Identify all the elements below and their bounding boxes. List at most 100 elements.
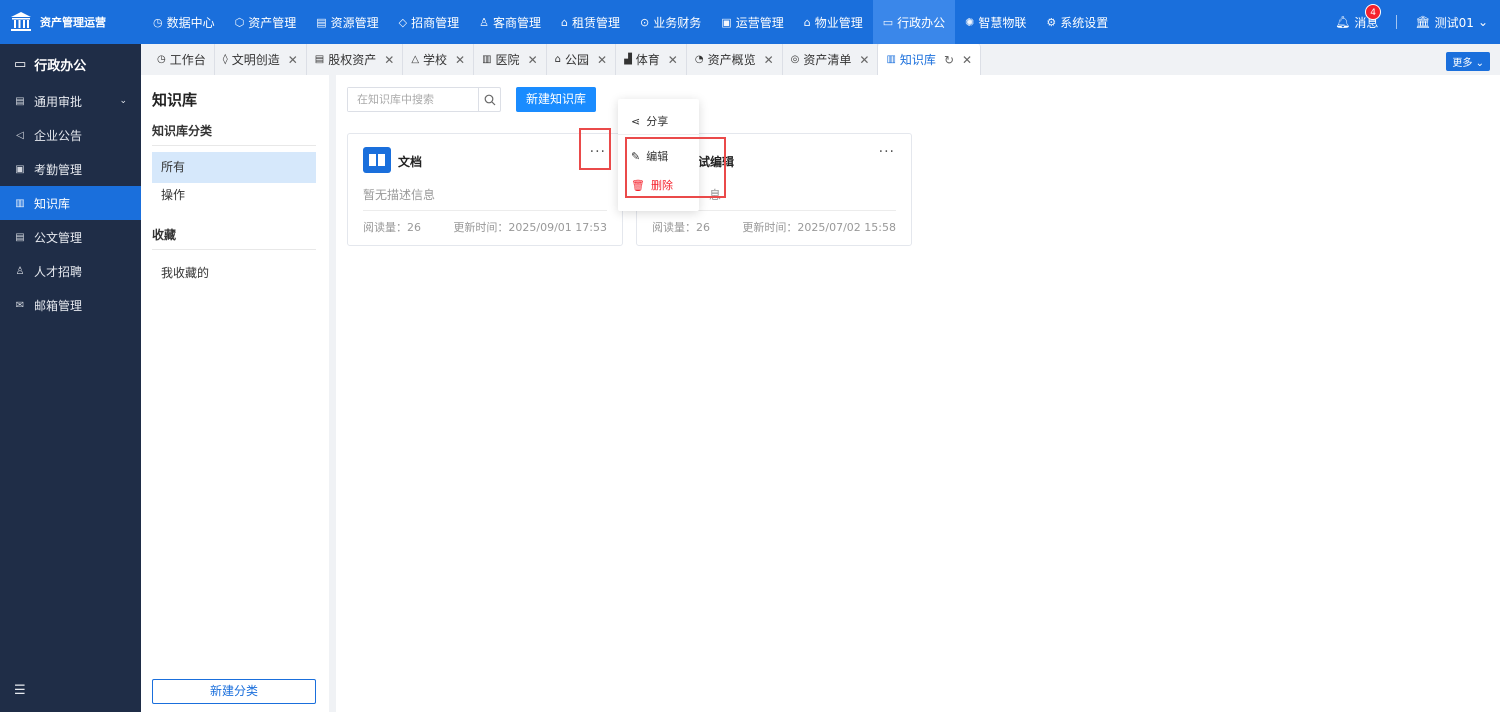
topnav-item-0[interactable]: ◷ 数据中心 xyxy=(143,0,225,44)
topnav-label: 资源管理 xyxy=(330,15,379,30)
chevron-down-icon: ⌄ xyxy=(1475,58,1484,69)
mail-icon: ✉ xyxy=(15,299,25,311)
topnav-item-11[interactable]: ⚙ 系统设置 xyxy=(1036,0,1118,44)
new-category-button[interactable]: 新建分类 xyxy=(152,679,316,704)
chevron-down-icon: ⌄ xyxy=(119,96,127,106)
school-icon: △ xyxy=(411,54,420,65)
gear-icon: ⚙ xyxy=(1046,15,1057,29)
list-icon: ◎ xyxy=(790,54,800,65)
tab-label: 股权资产 xyxy=(328,53,377,67)
topnav-item-4[interactable]: ♙ 客商管理 xyxy=(469,0,551,44)
close-icon[interactable]: ✕ xyxy=(455,53,465,67)
tab-7[interactable]: ◔ 资产概览 ✕ xyxy=(687,44,783,75)
sidebar-item-4[interactable]: ▤ 公文管理 xyxy=(0,220,141,254)
tab-label: 资产清单 xyxy=(803,53,852,67)
book-icon xyxy=(363,147,391,173)
share-label: 分享 xyxy=(646,115,669,128)
sidebar-item-label: 公文管理 xyxy=(34,230,83,245)
category-all[interactable]: 所有 xyxy=(152,152,316,183)
document-icon: ▤ xyxy=(15,95,25,107)
topnav-item-2[interactable]: ▤ 资源管理 xyxy=(306,0,388,44)
book-icon: ▥ xyxy=(15,197,25,209)
divider xyxy=(363,210,607,211)
close-icon[interactable]: ✕ xyxy=(764,53,774,67)
more-tabs-button[interactable]: 更多 ⌄ xyxy=(1446,52,1490,71)
search-button[interactable] xyxy=(478,88,500,111)
sidebar-item-6[interactable]: ✉ 邮箱管理 xyxy=(0,288,141,322)
topnav-item-1[interactable]: ⬡ 资产管理 xyxy=(225,0,307,44)
topnav-label: 业务财务 xyxy=(653,15,702,30)
messages-button[interactable]: 🔔︎ 消息 4 xyxy=(1335,3,1382,31)
topnav-item-8[interactable]: ⌂ 物业管理 xyxy=(794,0,873,44)
close-icon[interactable]: ✕ xyxy=(597,53,607,67)
close-icon[interactable]: ✕ xyxy=(859,53,869,67)
panel-title: 知识库 xyxy=(152,91,198,109)
card-read-count: 阅读量：26 xyxy=(652,221,710,234)
sidebar-item-5[interactable]: ♙ 人才招聘 xyxy=(0,254,141,288)
tab-8[interactable]: ◎ 资产清单 ✕ xyxy=(783,44,879,75)
new-knowledge-base-button[interactable]: 新建知识库 xyxy=(516,87,596,112)
close-icon[interactable]: ✕ xyxy=(288,53,298,67)
topnav-item-3[interactable]: ◇ 招商管理 xyxy=(389,0,469,44)
tab-label: 医院 xyxy=(495,53,520,67)
chevron-down-icon: ⌄ xyxy=(1477,15,1488,29)
sidebar-item-1[interactable]: ◁ 企业公告 xyxy=(0,118,141,152)
tab-label: 公园 xyxy=(564,53,589,67)
highlight-edit-delete xyxy=(625,137,726,198)
tab-9[interactable]: ▥ 知识库 ↻ ✕ xyxy=(878,44,982,75)
sidebar-item-label: 人才招聘 xyxy=(34,264,83,279)
topnav-item-5[interactable]: ⌂ 租赁管理 xyxy=(551,0,630,44)
close-icon[interactable]: ✕ xyxy=(384,53,394,67)
brand[interactable]: 资产管理运营 xyxy=(0,0,141,44)
topnav-item-10[interactable]: ✺ 智慧物联 xyxy=(955,0,1036,44)
topnav-label: 租赁管理 xyxy=(572,15,621,30)
tab-4[interactable]: ▥ 医院 ✕ xyxy=(474,44,547,75)
topnav-label: 客商管理 xyxy=(493,15,542,30)
sidebar-item-label: 通用审批 xyxy=(34,94,83,109)
house-icon: ⌂ xyxy=(561,15,569,29)
favorites-mine[interactable]: 我收藏的 xyxy=(152,258,316,289)
tab-0[interactable]: ◷ 工作台 xyxy=(149,44,215,75)
megaphone-icon: ◁ xyxy=(16,129,24,141)
sidebar-item-3[interactable]: ▥ 知识库 xyxy=(0,186,141,220)
tab-3[interactable]: △ 学校 ✕ xyxy=(403,44,475,75)
sport-icon: ▟ xyxy=(624,54,632,65)
topnav-item-6[interactable]: ⊙ 业务财务 xyxy=(630,0,711,44)
close-icon[interactable]: ✕ xyxy=(528,53,538,67)
sidebar-item-0[interactable]: ▤ 通用审批 ⌄ xyxy=(0,84,141,118)
topnav-item-9[interactable]: ▭ 行政办公 xyxy=(872,0,956,44)
close-icon[interactable]: ✕ xyxy=(668,53,678,67)
tab-1[interactable]: ◊ 文明创造 ✕ xyxy=(215,44,307,75)
sidebar-item-label: 企业公告 xyxy=(34,128,83,143)
refresh-icon[interactable]: ↻ xyxy=(944,53,954,67)
tab-label: 工作台 xyxy=(169,53,206,67)
card-more-button[interactable]: ··· xyxy=(879,144,895,160)
monitor-icon: ▭ xyxy=(14,56,27,72)
sidebar-item-2[interactable]: ▣ 考勤管理 xyxy=(0,152,141,186)
category-operations[interactable]: 操作 xyxy=(152,180,316,211)
divider xyxy=(152,249,316,250)
search-input[interactable] xyxy=(348,88,478,111)
sidebar-item-label: 考勤管理 xyxy=(34,162,83,177)
tab-label: 体育 xyxy=(635,53,660,67)
collapse-sidebar-icon[interactable]: ☰ xyxy=(14,683,26,698)
category-panel: 知识库 知识库分类 所有 操作 收藏 我收藏的 新建分类 xyxy=(141,75,329,712)
topnav-item-7[interactable]: ▣ 运营管理 xyxy=(711,0,793,44)
card-updated-time: 更新时间：2025/07/02 15:58 xyxy=(742,221,896,234)
coin-icon: ⊙ xyxy=(640,15,650,29)
tab-6[interactable]: ▟ 体育 ✕ xyxy=(616,44,687,75)
sidebar-menu: ▤ 通用审批 ⌄ ◁ 企业公告 ▣ 考勤管理 ▥ 知识库 ▤ 公文管理 ♙ 人才招聘 ✉ 邮箱管理 xyxy=(0,84,141,322)
tab-2[interactable]: ▤ 股权资产 ✕ xyxy=(307,44,404,75)
hospital-icon: ▥ xyxy=(482,54,492,65)
tab-5[interactable]: ⌂ 公园 ✕ xyxy=(547,44,617,75)
user-menu[interactable]: 🏛︎ 测试01 ⌄ xyxy=(1415,14,1488,31)
sensor-icon: ✺ xyxy=(965,15,975,29)
topnav-label: 运营管理 xyxy=(735,15,784,30)
brand-name: 资产管理运营 xyxy=(40,16,106,29)
share-menu-item[interactable]: ⋖ 分享 xyxy=(631,113,668,129)
share-icon: ⋖ xyxy=(631,114,641,128)
building-icon: ▤ xyxy=(316,15,327,29)
sidebar: ▭ 行政办公 ▤ 通用审批 ⌄ ◁ 企业公告 ▣ 考勤管理 ▥ 知识库 ▤ 公文管理 ♙ 人才招聘 ✉ 邮箱… xyxy=(0,44,141,712)
sidebar-header: ▭ 行政办公 xyxy=(0,44,141,84)
close-icon[interactable]: ✕ xyxy=(962,53,972,67)
